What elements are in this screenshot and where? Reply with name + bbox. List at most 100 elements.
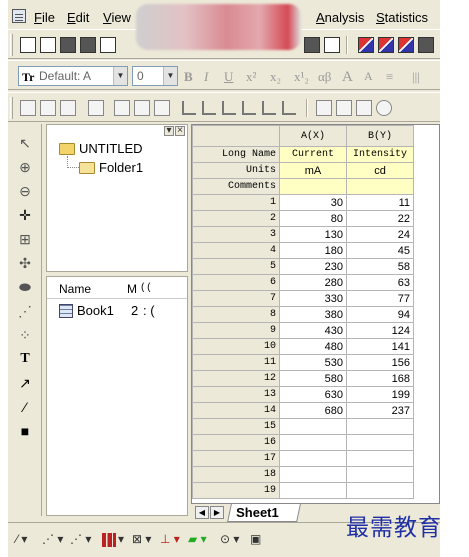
toolbar-grip[interactable]	[10, 97, 13, 119]
menu-statistics[interactable]: Statistics	[376, 10, 428, 25]
comments-cell-a[interactable]	[279, 178, 347, 195]
chevron-down-icon[interactable]: ▼	[163, 67, 177, 85]
row-number[interactable]: 2	[192, 210, 280, 227]
row-label-long-name[interactable]: Long Name	[192, 146, 280, 163]
greek-button[interactable]: αβ	[318, 69, 331, 85]
list-icon[interactable]	[316, 100, 332, 116]
row-number[interactable]: 13	[192, 386, 280, 403]
pointer-icon[interactable]: ↖	[16, 134, 34, 152]
long-name-cell-a[interactable]: Current	[279, 146, 347, 163]
new-graph-icon[interactable]	[80, 37, 96, 53]
row-label-comments[interactable]: Comments	[192, 178, 280, 195]
tab-next-icon[interactable]: ▶	[210, 506, 224, 519]
screen-reader-icon[interactable]: ⊞	[16, 230, 34, 248]
cell-b[interactable]: 22	[346, 210, 414, 227]
row-number[interactable]: 14	[192, 402, 280, 419]
cell-a[interactable]: 530	[279, 354, 347, 371]
row-number[interactable]: 17	[192, 450, 280, 467]
menu-view[interactable]: View	[103, 10, 131, 25]
row-number[interactable]: 10	[192, 338, 280, 355]
table-icon[interactable]	[356, 100, 372, 116]
row-number[interactable]: 3	[192, 226, 280, 243]
row-number[interactable]: 1	[192, 194, 280, 211]
cell-b[interactable]	[346, 434, 414, 451]
row-number[interactable]: 7	[192, 290, 280, 307]
cell-b[interactable]: 77	[346, 290, 414, 307]
column-header-name[interactable]: Name	[59, 282, 91, 296]
corner-cell[interactable]	[192, 125, 280, 147]
tree-root-untitled[interactable]: UNTITLED	[79, 141, 143, 156]
cell-a[interactable]: 180	[279, 242, 347, 259]
column-header-m[interactable]: M	[127, 282, 137, 296]
cell-a[interactable]	[279, 450, 347, 467]
column-icon[interactable]: |||	[412, 69, 420, 85]
cell-a[interactable]	[279, 434, 347, 451]
cell-a[interactable]: 130	[279, 226, 347, 243]
open-icon[interactable]	[40, 37, 56, 53]
units-cell-b[interactable]: cd	[346, 162, 414, 179]
row-number[interactable]: 15	[192, 418, 280, 435]
menu-edit[interactable]: Edit	[67, 10, 89, 25]
axis-lr-icon[interactable]	[242, 101, 256, 115]
draw-data-icon[interactable]: ⋰	[16, 302, 34, 320]
column-header-c[interactable]: ( (	[141, 282, 150, 293]
cell-b[interactable]: 45	[346, 242, 414, 259]
layer-icon[interactable]	[88, 100, 104, 116]
save-template-icon[interactable]	[304, 37, 320, 53]
menu-file[interactable]: File	[34, 10, 55, 25]
row-number[interactable]: 8	[192, 306, 280, 323]
tab-prev-icon[interactable]: ◀	[195, 506, 209, 519]
row-number[interactable]: 19	[192, 482, 280, 499]
line-symbol-plot-icon[interactable]: ⋰ ▾	[70, 532, 91, 546]
axis-u-icon[interactable]	[222, 101, 236, 115]
cell-a[interactable]: 230	[279, 258, 347, 275]
whole-page-icon[interactable]	[60, 100, 76, 116]
zoom-in-icon[interactable]: ⊕	[16, 158, 34, 176]
row-number[interactable]: 18	[192, 466, 280, 483]
units-cell-a[interactable]: mA	[279, 162, 347, 179]
import-excel-icon[interactable]	[418, 37, 434, 53]
row-number[interactable]: 11	[192, 354, 280, 371]
comments-cell-b[interactable]	[346, 178, 414, 195]
axis-box-icon[interactable]	[202, 101, 216, 115]
grid-icon[interactable]	[134, 100, 150, 116]
chevron-down-icon[interactable]: ▾	[118, 532, 124, 546]
row-label-units[interactable]: Units	[192, 162, 280, 179]
text-tool-icon[interactable]: T	[16, 350, 34, 368]
zoom-out-icon[interactable]	[40, 100, 56, 116]
rectangle-tool-icon[interactable]: ■	[16, 422, 34, 440]
contour-plot-icon[interactable]: ▰ ▾	[188, 532, 207, 546]
tab-sheet1[interactable]: Sheet1	[227, 504, 301, 522]
polar-plot-icon[interactable]: ⊙ ▾	[220, 532, 239, 546]
new-worksheet-icon[interactable]	[60, 37, 76, 53]
line-plot-icon[interactable]: ⁄ ▾	[16, 532, 27, 546]
superscript-button[interactable]: x²	[246, 69, 256, 85]
row-number[interactable]: 4	[192, 242, 280, 259]
cell-a[interactable]	[279, 466, 347, 483]
cell-a[interactable]: 680	[279, 402, 347, 419]
column-header-b[interactable]: B(Y)	[346, 125, 414, 147]
cell-a[interactable]: 430	[279, 322, 347, 339]
cell-b[interactable]: 63	[346, 274, 414, 291]
axis-scale-icon[interactable]	[282, 101, 296, 115]
import-wizard-icon[interactable]	[358, 37, 374, 53]
scatter-plot-icon[interactable]: ⋰ ▾	[42, 532, 63, 546]
row-number[interactable]: 9	[192, 322, 280, 339]
cell-b[interactable]: 141	[346, 338, 414, 355]
close-icon[interactable]: ×	[175, 126, 185, 136]
axis-step-icon[interactable]	[262, 101, 276, 115]
data-reader-icon[interactable]: ✣	[16, 254, 34, 272]
cell-b[interactable]: 11	[346, 194, 414, 211]
cell-b[interactable]: 24	[346, 226, 414, 243]
cell-a[interactable]: 280	[279, 274, 347, 291]
properties-icon[interactable]	[336, 100, 352, 116]
cell-b[interactable]: 124	[346, 322, 414, 339]
worksheet-app-icon[interactable]	[12, 9, 26, 23]
cell-a[interactable]: 330	[279, 290, 347, 307]
cell-a[interactable]: 580	[279, 370, 347, 387]
cell-a[interactable]	[279, 418, 347, 435]
import-ascii-icon[interactable]	[378, 37, 394, 53]
font-combo[interactable]: Tr Default: A ▼	[18, 66, 128, 86]
zoom-in-icon[interactable]	[20, 100, 36, 116]
data-selector-icon[interactable]: ⬬	[16, 278, 34, 296]
